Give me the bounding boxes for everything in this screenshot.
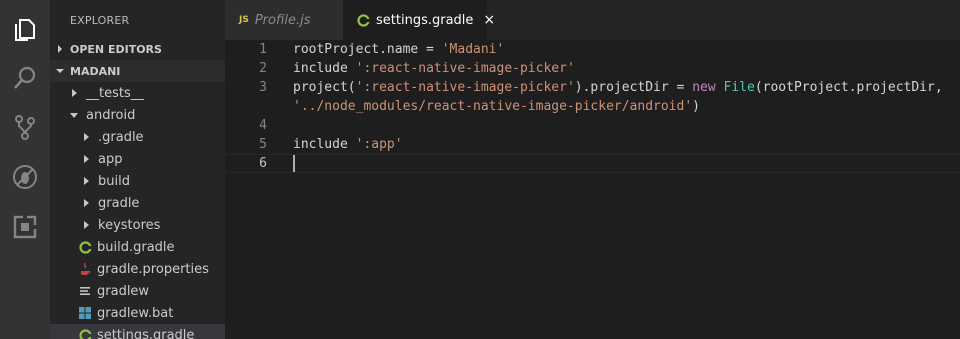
keyword-token: new — [692, 80, 716, 95]
code-text: include ':react-native-image-picker' — [293, 61, 575, 76]
code-editor[interactable]: 1 rootProject.name = 'Madani' 2 include ':r… — [225, 40, 960, 339]
code-token: ) — [692, 99, 700, 114]
tree-folder-app[interactable]: app — [50, 148, 225, 170]
tree-folder-build[interactable]: build — [50, 170, 225, 192]
activity-bar — [0, 0, 50, 339]
line-number: 3 — [259, 80, 267, 95]
chevron-right-icon — [68, 89, 80, 97]
code-line[interactable]: 4 — [225, 116, 960, 135]
code-token: project( — [293, 80, 356, 95]
tree-folder-dot-gradle[interactable]: .gradle — [50, 126, 225, 148]
code-text: rootProject.name = 'Madani' — [293, 42, 504, 57]
tree-item-label: build — [98, 173, 130, 189]
code-token: rootProject.name = — [293, 42, 442, 57]
close-icon[interactable]: × — [483, 12, 495, 28]
text-lines-icon — [78, 284, 92, 298]
code-text: project(':react-native-image-picker').pr… — [293, 80, 943, 95]
tree-item-label: gradlew — [97, 283, 150, 299]
tree-folder-android[interactable]: android — [50, 104, 225, 126]
tree-file-gradlew-bat[interactable]: gradlew.bat — [50, 302, 225, 324]
line-number: 6 — [259, 156, 267, 171]
tab-profile-js[interactable]: JS Profile.js — [225, 0, 343, 40]
class-token: File — [723, 80, 755, 95]
chevron-right-icon — [80, 155, 92, 163]
chevron-right-icon — [80, 133, 92, 141]
tree-item-label: settings.gradle — [97, 327, 195, 339]
chevron-down-icon — [50, 67, 70, 75]
tree-item-label: keystores — [98, 217, 161, 233]
tree-item-label: gradle — [98, 195, 140, 211]
sidebar-title: EXPLORER — [70, 14, 130, 27]
tree-item-label: android — [86, 107, 136, 123]
code-line[interactable]: '../node_modules/react-native-image-pick… — [225, 97, 960, 116]
gradle-icon — [78, 240, 92, 254]
code-token: include — [293, 61, 356, 76]
code-token: ).projectDir = — [574, 80, 693, 95]
chevron-right-icon — [80, 177, 92, 185]
explorer-button[interactable] — [0, 4, 50, 54]
chevron-down-icon — [68, 112, 80, 119]
source-control-button[interactable] — [0, 102, 50, 152]
string-token: '../node_modules/react-native-image-pick… — [293, 99, 693, 114]
project-label: MADANI — [70, 64, 121, 78]
open-editors-section[interactable]: OPEN EDITORS — [50, 38, 225, 60]
code-token: include — [293, 137, 356, 152]
files-icon — [15, 19, 35, 41]
search-button[interactable] — [0, 53, 50, 103]
text-cursor — [293, 155, 295, 172]
code-line[interactable]: 3 project(':react-native-image-picker').p… — [225, 78, 960, 97]
gradle-icon — [357, 13, 370, 27]
code-text: include ':app' — [293, 137, 403, 152]
search-icon — [14, 66, 36, 89]
string-token: ':react-native-image-picker' — [355, 61, 575, 76]
source-control-icon — [15, 115, 35, 140]
tree-file-gradlew[interactable]: gradlew — [50, 280, 225, 302]
tree-folder-gradle[interactable]: gradle — [50, 192, 225, 214]
string-token: ':app' — [355, 137, 403, 152]
tab-label: settings.gradle — [376, 12, 474, 28]
line-number: 1 — [259, 42, 267, 57]
line-number: 2 — [259, 61, 267, 76]
explorer-sidebar: EXPLORER OPEN EDITORS MADANI __tests__ a… — [50, 0, 225, 339]
code-text: '../node_modules/react-native-image-pick… — [293, 99, 700, 114]
tree-item-label: app — [98, 151, 123, 167]
java-icon — [78, 262, 92, 276]
tree-file-settings-gradle[interactable]: settings.gradle — [50, 324, 225, 339]
string-token: 'Madani' — [441, 42, 505, 57]
code-token: (rootProject.projectDir, — [754, 80, 943, 95]
tree-item-label: .gradle — [98, 129, 144, 145]
chevron-right-icon — [80, 221, 92, 229]
code-line[interactable]: 1 rootProject.name = 'Madani' — [225, 40, 960, 59]
code-line[interactable]: 5 include ':app' — [225, 135, 960, 154]
line-number: 5 — [259, 137, 267, 152]
string-token: ':react-native-image-picker' — [355, 80, 575, 95]
project-section[interactable]: MADANI — [50, 60, 225, 82]
debug-button[interactable] — [0, 152, 50, 202]
extensions-button[interactable] — [0, 202, 50, 252]
tree-item-label: build.gradle — [97, 239, 175, 255]
code-line[interactable]: 2 include ':react-native-image-picker' — [225, 59, 960, 78]
tree-item-label: gradlew.bat — [97, 305, 174, 321]
gradle-icon — [78, 328, 92, 339]
windows-icon — [78, 306, 92, 320]
tree-item-label: __tests__ — [86, 85, 144, 101]
debug-icon — [13, 165, 37, 189]
js-icon: JS — [239, 15, 249, 25]
chevron-right-icon — [50, 45, 70, 53]
tree-item-label: gradle.properties — [97, 261, 209, 277]
editor-tabbar: JS Profile.js settings.gradle × — [225, 0, 960, 40]
tree-folder-tests[interactable]: __tests__ — [50, 82, 225, 104]
code-line-current[interactable]: 6 — [225, 154, 960, 173]
line-number: 4 — [259, 118, 267, 133]
tree-file-gradle-properties[interactable]: gradle.properties — [50, 258, 225, 280]
tab-settings-gradle[interactable]: settings.gradle × — [343, 0, 495, 40]
tab-label: Profile.js — [254, 12, 311, 28]
tree-file-build-gradle[interactable]: build.gradle — [50, 236, 225, 258]
extensions-icon — [13, 215, 37, 239]
tree-folder-keystores[interactable]: keystores — [50, 214, 225, 236]
chevron-right-icon — [80, 199, 92, 207]
open-editors-label: OPEN EDITORS — [70, 42, 162, 56]
code-text — [293, 155, 295, 172]
